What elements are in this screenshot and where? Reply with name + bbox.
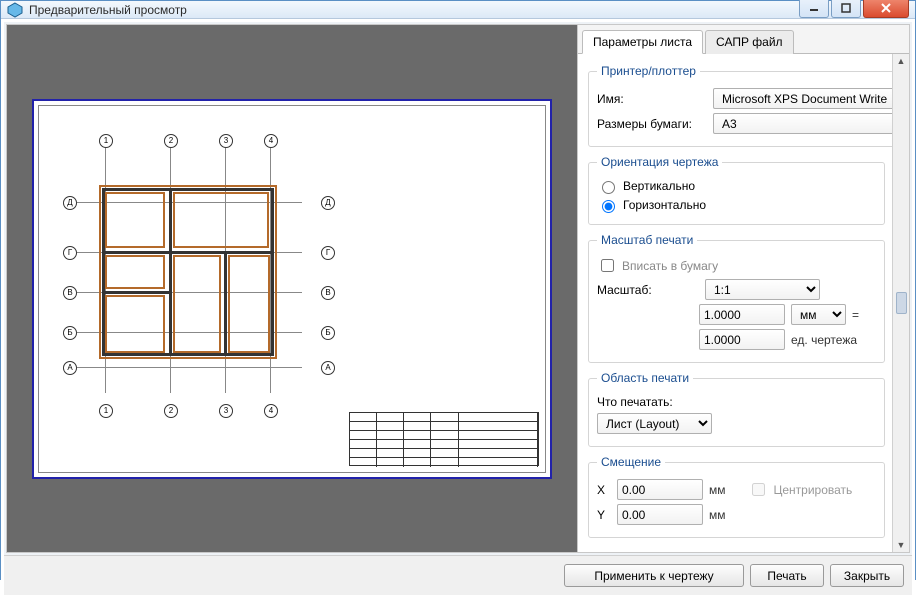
button-bar: Применить к чертежу Печать Закрыть	[4, 555, 912, 595]
scroll-up-icon[interactable]: ▲	[897, 56, 906, 66]
tab-strip: Параметры листа САПР файл	[578, 25, 909, 54]
printer-name-label: Имя:	[597, 92, 707, 106]
grid-col-4: 4	[264, 134, 278, 148]
sheet-inner: 1 2 3 4 1 2 3 4 Д Г В	[38, 105, 546, 473]
center-label: Центрировать	[774, 483, 853, 497]
apply-button[interactable]: Применить к чертежу	[564, 564, 744, 587]
fit-to-paper-label: Вписать в бумагу	[622, 259, 718, 273]
group-area: Область печати Что печатать: Лист (Layou…	[588, 371, 885, 447]
offset-y-label: Y	[597, 508, 611, 522]
offset-y-input[interactable]	[617, 504, 703, 525]
group-offset-legend: Смещение	[597, 455, 665, 469]
scale-select[interactable]: 1:1	[705, 279, 820, 300]
tab-sheet-params[interactable]: Параметры листа	[582, 30, 703, 54]
grid-col-3: 3	[219, 134, 233, 148]
grid-row-1r: Д	[321, 196, 335, 210]
fit-to-paper-checkbox[interactable]	[601, 259, 614, 272]
scrollbar[interactable]: ▲ ▼	[892, 54, 909, 552]
scale-num2-input[interactable]	[699, 329, 785, 350]
maximize-button[interactable]	[831, 0, 861, 18]
orientation-vertical-radio[interactable]	[602, 181, 615, 194]
sheet: 1 2 3 4 1 2 3 4 Д Г В	[32, 99, 552, 479]
paper-size-label: Размеры бумаги:	[597, 117, 707, 131]
offset-x-input[interactable]	[617, 479, 703, 500]
grid-row-5r: А	[321, 361, 335, 375]
grid-col-3b: 3	[219, 404, 233, 418]
side-panel: Параметры листа САПР файл Принтер/плотте…	[577, 25, 909, 552]
center-checkbox[interactable]	[752, 483, 765, 496]
title-block	[349, 412, 539, 466]
grid-col-1: 1	[99, 134, 113, 148]
orientation-vertical-label: Вертикально	[623, 179, 695, 193]
print-button[interactable]: Печать	[750, 564, 824, 587]
close-button[interactable]	[863, 0, 909, 18]
grid-col-4b: 4	[264, 404, 278, 418]
area-what-select[interactable]: Лист (Layout)	[597, 413, 712, 434]
group-printer: Принтер/плоттер Имя: Microsoft XPS Docum…	[588, 64, 909, 147]
grid-row-1: Д	[63, 196, 77, 210]
scale-label: Масштаб:	[597, 283, 653, 297]
window-title: Предварительный просмотр	[29, 3, 799, 17]
orientation-horizontal-radio[interactable]	[602, 200, 615, 213]
group-offset: Смещение X мм Центрировать Y мм	[588, 455, 885, 538]
floor-plan: 1 2 3 4 1 2 3 4 Д Г В	[69, 136, 329, 416]
grid-row-2r: Г	[321, 246, 335, 260]
group-printer-legend: Принтер/плоттер	[597, 64, 700, 78]
grid-col-2: 2	[164, 134, 178, 148]
group-orientation-legend: Ориентация чертежа	[597, 155, 722, 169]
offset-x-unit: мм	[709, 483, 726, 497]
offset-x-label: X	[597, 483, 611, 497]
group-orientation: Ориентация чертежа Вертикально Горизонта…	[588, 155, 885, 225]
window-buttons	[799, 0, 909, 18]
grid-col-2b: 2	[164, 404, 178, 418]
group-area-legend: Область печати	[597, 371, 693, 385]
scale-eq: =	[852, 308, 859, 322]
grid-row-5: А	[63, 361, 77, 375]
scale-num1-input[interactable]	[699, 304, 785, 325]
scale-unit2: ед. чертежа	[791, 333, 857, 347]
group-scale: Масштаб печати Вписать в бумагу Масштаб:…	[588, 233, 885, 363]
window-root: Предварительный просмотр 1	[0, 0, 916, 580]
tab-cad-file[interactable]: САПР файл	[705, 30, 794, 54]
area-what-label: Что печатать:	[597, 395, 673, 409]
titlebar[interactable]: Предварительный просмотр	[1, 1, 915, 19]
offset-y-unit: мм	[709, 508, 726, 522]
minimize-button[interactable]	[799, 0, 829, 18]
grid-col-1b: 1	[99, 404, 113, 418]
grid-row-3: В	[63, 286, 77, 300]
scroll-down-icon[interactable]: ▼	[897, 540, 906, 550]
paper-size-select[interactable]: A3	[713, 113, 908, 134]
scroll-thumb[interactable]	[896, 292, 907, 314]
close-dialog-button[interactable]: Закрыть	[830, 564, 904, 587]
client-area: 1 2 3 4 1 2 3 4 Д Г В	[1, 19, 915, 598]
printer-name-select[interactable]: Microsoft XPS Document Write	[713, 88, 908, 109]
panel-body: Принтер/плоттер Имя: Microsoft XPS Docum…	[578, 54, 909, 552]
orientation-horizontal-label: Горизонтально	[623, 198, 706, 212]
grid-row-4r: Б	[321, 326, 335, 340]
preview-pane[interactable]: 1 2 3 4 1 2 3 4 Д Г В	[7, 25, 577, 552]
app-icon	[7, 2, 23, 18]
grid-row-3r: В	[321, 286, 335, 300]
grid-row-4: Б	[63, 326, 77, 340]
scale-unit-select[interactable]: мм	[791, 304, 846, 325]
grid-row-2: Г	[63, 246, 77, 260]
main-row: 1 2 3 4 1 2 3 4 Д Г В	[6, 24, 910, 553]
group-scale-legend: Масштаб печати	[597, 233, 697, 247]
